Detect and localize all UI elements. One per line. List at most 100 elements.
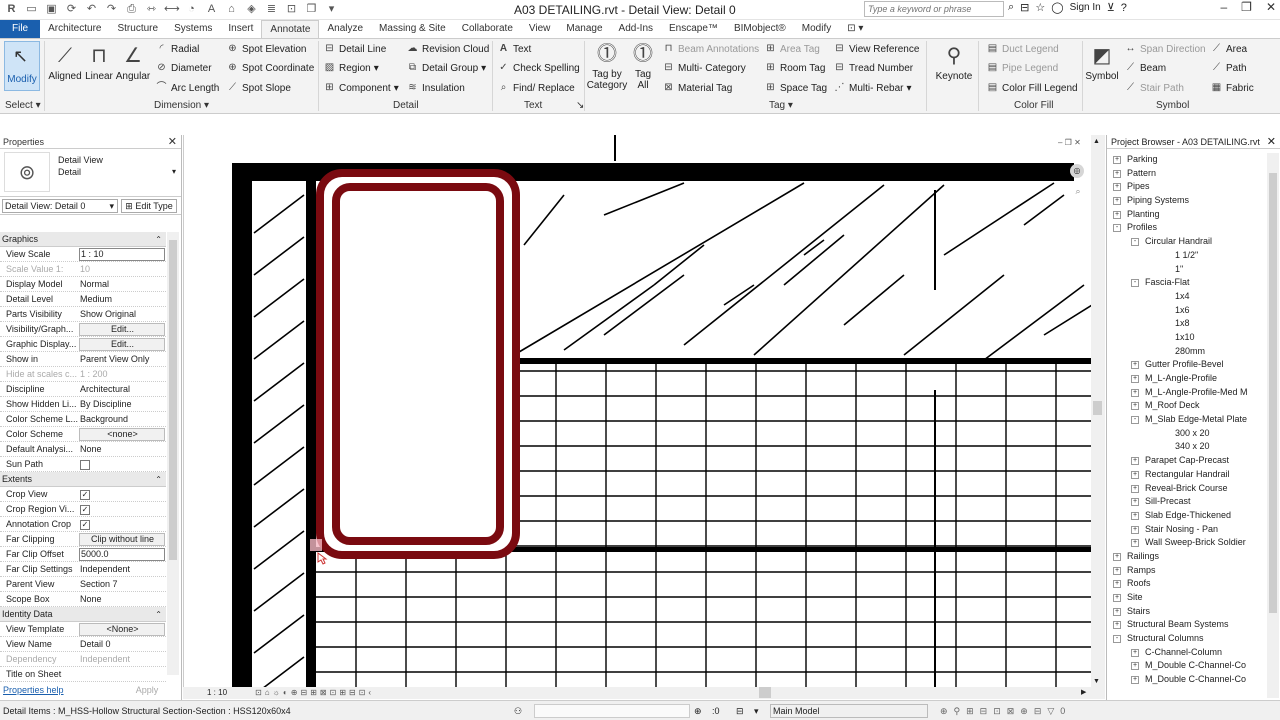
expand-icon[interactable]: +: [1131, 388, 1139, 397]
expand-icon[interactable]: +: [1113, 183, 1121, 192]
space-tag-button[interactable]: ⊞ Space Tag: [764, 82, 827, 94]
expand-icon[interactable]: +: [1131, 648, 1139, 657]
undo-icon[interactable]: ↶: [84, 2, 99, 17]
restore-icon[interactable]: ❐: [1241, 0, 1252, 14]
customize-qat-icon[interactable]: ▾: [324, 2, 339, 17]
collapse-icon[interactable]: ⌃: [155, 472, 162, 487]
tab-architecture[interactable]: Architecture: [40, 20, 109, 38]
area-tag-button[interactable]: ⊞ Area Tag: [764, 43, 820, 55]
collapse-icon[interactable]: ⌃: [155, 232, 162, 247]
subscription-icon[interactable]: ⊟: [1020, 1, 1029, 14]
close-browser-icon[interactable]: ✕: [1267, 135, 1276, 149]
browser-item[interactable]: + C-Channel-Column: [1107, 646, 1267, 660]
tab-enscape[interactable]: Enscape™: [661, 20, 726, 38]
browser-item[interactable]: + M_L-Angle-Profile: [1107, 372, 1267, 386]
browser-item[interactable]: - M_Slab Edge-Metal Plate: [1107, 413, 1267, 427]
aligned-dimension-button[interactable]: ⟋ Aligned: [48, 43, 82, 82]
expand-icon[interactable]: +: [1113, 594, 1121, 602]
expand-icon[interactable]: +: [1131, 484, 1139, 493]
tab-insert[interactable]: Insert: [220, 20, 261, 38]
edit-type-button[interactable]: ⊞ Edit Type: [121, 199, 177, 213]
browser-item[interactable]: 1x8: [1107, 317, 1267, 331]
tab-file[interactable]: File: [0, 20, 41, 38]
property-value[interactable]: Show Original: [79, 307, 165, 322]
detail-line-button[interactable]: ⊟ Detail Line: [323, 43, 386, 55]
tab-modify[interactable]: Modify: [794, 20, 839, 38]
property-value[interactable]: None: [79, 592, 165, 607]
browser-item[interactable]: - Structural Columns: [1107, 632, 1267, 646]
tab-collaborate[interactable]: Collaborate: [454, 20, 521, 38]
browser-item[interactable]: 1x10: [1107, 331, 1267, 345]
instance-selector[interactable]: Detail View: Detail 0 ▾: [2, 199, 118, 213]
favorites-star-icon[interactable]: ☆: [1035, 1, 1045, 14]
expand-icon[interactable]: +: [1131, 375, 1139, 383]
radial-button[interactable]: ◜ Radial: [155, 43, 200, 55]
tab-structure[interactable]: Structure: [109, 20, 166, 38]
search-input[interactable]: [864, 1, 1004, 17]
browser-item[interactable]: + M_L-Angle-Profile-Med M: [1107, 386, 1267, 400]
save-icon[interactable]: ▣: [44, 2, 59, 17]
type-selector[interactable]: ⊚ Detail View Detail ▾: [0, 149, 181, 197]
property-value[interactable]: By Discipline: [79, 397, 165, 412]
tread-number-button[interactable]: ⊟ Tread Number: [833, 62, 913, 74]
browser-item[interactable]: 300 x 20: [1107, 427, 1267, 441]
3d-view-icon[interactable]: ⌂: [224, 2, 239, 17]
hss-section[interactable]: [316, 169, 520, 559]
property-value[interactable]: Independent: [79, 562, 165, 577]
view-scale-label[interactable]: 1 : 10: [207, 687, 227, 699]
browser-item[interactable]: 1x4: [1107, 290, 1267, 304]
component-button[interactable]: ⊞ Component ▾: [323, 82, 398, 94]
browser-item[interactable]: - Fascia-Flat: [1107, 276, 1267, 290]
navigation-bar[interactable]: ◎ ⌕: [1070, 164, 1086, 208]
editable-icon[interactable]: ⊕: [694, 701, 702, 720]
tag-by-category-button[interactable]: ⓵ Tag by Category: [586, 41, 628, 91]
pipe-legend-button[interactable]: ▤ Pipe Legend: [986, 62, 1058, 74]
property-group-header[interactable]: Extents ⌃: [0, 472, 166, 487]
chevron-right-icon[interactable]: ▶: [1081, 687, 1086, 699]
browser-item[interactable]: + M_Double C-Channel-Co: [1107, 673, 1267, 687]
material-tag-button[interactable]: ⊠ Material Tag: [662, 82, 732, 94]
property-value[interactable]: Parent View Only: [79, 352, 165, 367]
browser-item[interactable]: + M_Double C-Channel-Co: [1107, 659, 1267, 673]
expand-icon[interactable]: +: [1113, 621, 1121, 630]
path-button[interactable]: ⟋ Path: [1210, 62, 1247, 74]
property-group-header[interactable]: Graphics ⌃: [0, 232, 166, 247]
browser-item[interactable]: 1 1/2": [1107, 249, 1267, 263]
tab-manage[interactable]: Manage: [558, 20, 610, 38]
property-checkbox[interactable]: ✓: [80, 505, 90, 515]
browser-item[interactable]: + Parking: [1107, 153, 1267, 167]
dimension-panel-label[interactable]: Dimension ▾: [154, 100, 209, 111]
expand-icon[interactable]: +: [1113, 156, 1121, 164]
detail-group-button[interactable]: ⧉ Detail Group ▾: [406, 62, 486, 74]
close-properties-icon[interactable]: ✕: [168, 135, 177, 149]
expand-icon[interactable]: +: [1113, 566, 1121, 575]
drawing-canvas[interactable]: [183, 135, 1105, 687]
browser-item[interactable]: + Pipes: [1107, 180, 1267, 194]
tab-annotate[interactable]: Annotate: [261, 20, 320, 38]
browser-item[interactable]: + Rectangular Handrail: [1107, 468, 1267, 482]
browser-item[interactable]: + Parapet Cap-Precast: [1107, 454, 1267, 468]
symbol-button[interactable]: ◩ Symbol: [1085, 43, 1119, 82]
sync-icon[interactable]: ⟳: [64, 2, 79, 17]
minimize-icon[interactable]: –: [1220, 0, 1227, 14]
browser-item[interactable]: 280mm: [1107, 345, 1267, 359]
design-options-icon[interactable]: ⊟: [736, 701, 744, 720]
browser-item[interactable]: 1": [1107, 263, 1267, 277]
beam-button[interactable]: ⟋ Beam: [1124, 62, 1166, 74]
browser-item[interactable]: + Slab Edge-Thickened: [1107, 509, 1267, 523]
browser-scrollbar[interactable]: [1267, 153, 1279, 698]
property-value[interactable]: Section 7: [79, 577, 165, 592]
switch-windows-icon[interactable]: ❐: [304, 2, 319, 17]
collapse-icon[interactable]: -: [1131, 238, 1139, 247]
multi-category-button[interactable]: ⊟ Multi- Category: [662, 62, 746, 74]
open-icon[interactable]: ▭: [24, 2, 39, 17]
property-checkbox[interactable]: [80, 460, 90, 470]
workset-dropdown[interactable]: [534, 704, 690, 718]
property-value[interactable]: None: [79, 442, 165, 457]
tab-massing-site[interactable]: Massing & Site: [371, 20, 454, 38]
property-value[interactable]: Background: [79, 412, 165, 427]
browser-item[interactable]: + Stair Nosing - Pan: [1107, 523, 1267, 537]
browser-item[interactable]: + Pattern: [1107, 167, 1267, 181]
panel-toggle-icon[interactable]: ⊡ ▾: [839, 20, 871, 38]
tag-icon[interactable]: ◔: [184, 2, 199, 17]
